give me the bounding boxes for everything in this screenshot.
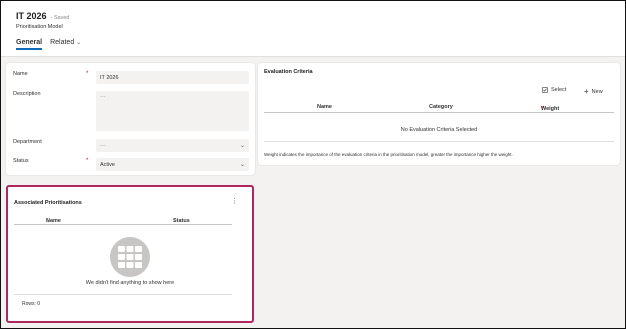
save-status: - Saved xyxy=(50,15,70,21)
tab-list: General Related ⌄ xyxy=(16,39,81,50)
more-options-icon[interactable]: ⋮ xyxy=(231,197,238,205)
status-label: Status xyxy=(13,158,29,164)
description-label: Description xyxy=(13,91,41,97)
department-select[interactable]: --- ⌄ xyxy=(96,139,249,152)
column-header-weight-label: Weight xyxy=(541,106,560,112)
new-label: New xyxy=(591,88,603,95)
name-input[interactable]: IT 2026 xyxy=(96,71,249,84)
plus-icon: + xyxy=(584,87,589,96)
tab-related-label: Related xyxy=(50,39,75,46)
tab-general[interactable]: General xyxy=(16,39,43,50)
row-count: Rows: 0 xyxy=(22,301,41,307)
status-value: Active xyxy=(100,161,115,168)
name-label: Name xyxy=(13,71,28,77)
record-title: IT 2026 xyxy=(16,11,47,21)
name-field-row: Name * IT 2026 xyxy=(13,71,249,84)
divider xyxy=(264,141,614,142)
evaluation-criteria-title: Evaluation Criteria xyxy=(264,69,313,75)
column-header-category[interactable]: Category xyxy=(429,104,453,110)
new-button[interactable]: + New xyxy=(584,87,603,96)
select-button[interactable]: Select xyxy=(542,87,566,93)
associated-prioritisations-title: Associated Prioritisations xyxy=(14,200,82,206)
form-header: IT 2026 - Saved Prioritisation Model Gen… xyxy=(1,1,625,57)
tab-related[interactable]: Related ⌄ xyxy=(50,39,81,50)
status-select[interactable]: Active ⌄ xyxy=(96,158,249,171)
general-section: Name * IT 2026 Description --- Departmen… xyxy=(6,63,255,175)
table-icon xyxy=(118,246,142,268)
select-icon xyxy=(542,87,548,93)
status-field-row: Status * Active ⌄ xyxy=(13,158,249,171)
evaluation-criteria-section: Evaluation Criteria Select + New Name Ca… xyxy=(258,63,620,165)
department-label: Department xyxy=(13,139,42,145)
description-field-row: Description --- xyxy=(13,91,249,131)
associated-prioritisations-section: Associated Prioritisations ⋮ Name ↑ ⌄ Sta… xyxy=(6,185,254,323)
chevron-down-icon: ⌄ xyxy=(239,143,245,149)
title-row: IT 2026 - Saved xyxy=(16,11,70,21)
associated-empty-message: We didn't find anything to show here xyxy=(85,280,175,286)
entity-name: Prioritisation Model xyxy=(16,24,63,30)
description-placeholder: --- xyxy=(100,94,106,100)
chevron-down-icon: ⌄ xyxy=(46,218,51,224)
evaluation-empty-message: No Evaluation Criteria Selected xyxy=(400,127,478,133)
divider xyxy=(14,294,232,295)
chevron-down-icon: ⌄ xyxy=(239,162,245,168)
required-indicator: * xyxy=(86,71,89,77)
chevron-down-icon: ⌄ xyxy=(76,40,82,46)
weight-note: Weight indicates the importance of the e… xyxy=(264,152,513,157)
department-placeholder: --- xyxy=(100,142,106,149)
evaluation-grid-header: Name Category Weight * xyxy=(264,102,614,113)
required-indicator: * xyxy=(86,158,89,164)
department-field-row: Department --- ⌄ xyxy=(13,139,249,152)
associated-grid-header: Name ↑ ⌄ Status ⌄ xyxy=(14,214,232,225)
description-input[interactable]: --- xyxy=(96,91,249,131)
name-value: IT 2026 xyxy=(100,74,119,81)
required-indicator: * xyxy=(541,106,544,112)
select-label: Select xyxy=(551,87,567,93)
column-header-name[interactable]: Name xyxy=(317,104,332,110)
empty-grid-icon xyxy=(110,237,150,277)
chevron-down-icon: ⌄ xyxy=(173,218,178,224)
